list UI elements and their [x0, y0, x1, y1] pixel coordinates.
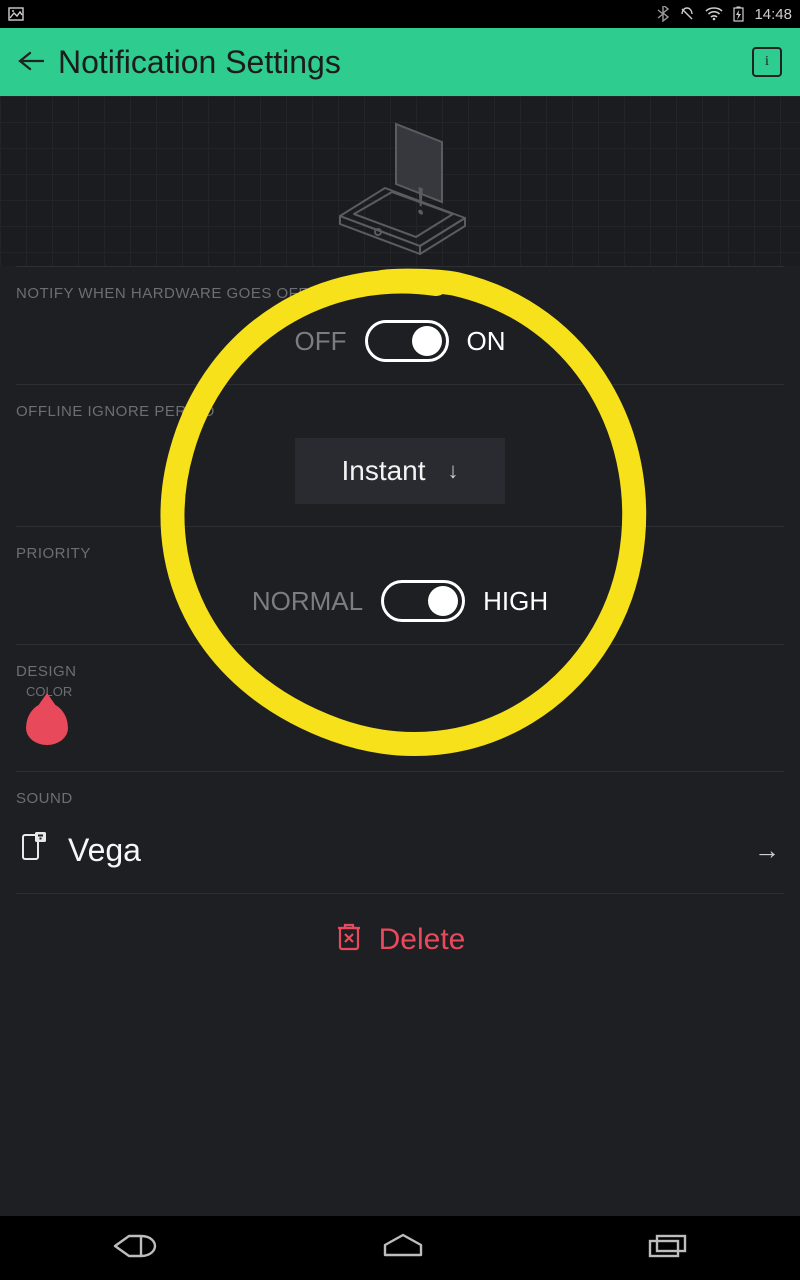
notify-offline-label: NOTIFY WHEN HARDWARE GOES OFFLINE: [16, 285, 784, 302]
priority-normal-label: NORMAL: [252, 586, 363, 617]
info-button[interactable]: i: [752, 47, 782, 77]
design-label: DESIGN: [16, 663, 784, 680]
notify-offline-toggle[interactable]: [365, 320, 449, 362]
priority-toggle[interactable]: [381, 580, 465, 622]
section-notify-offline: NOTIFY WHEN HARDWARE GOES OFFLINE OFF ON: [16, 266, 784, 384]
section-ignore-period: OFFLINE IGNORE PERIOD Instant ↓: [16, 384, 784, 526]
chevron-down-icon: ↓: [448, 458, 459, 484]
content-area: NOTIFY WHEN HARDWARE GOES OFFLINE OFF ON…: [0, 266, 800, 1216]
app-header: Notification Settings i: [0, 28, 800, 96]
ignore-period-value: Instant: [341, 455, 425, 487]
svg-text:!: !: [414, 176, 427, 225]
nav-home-button[interactable]: [381, 1233, 425, 1264]
ignore-period-label: OFFLINE IGNORE PERIOD: [16, 403, 784, 420]
android-status-bar: 14:48: [0, 0, 800, 28]
back-button[interactable]: [18, 46, 58, 78]
status-time: 14:48: [754, 6, 792, 23]
delete-button[interactable]: Delete: [16, 893, 784, 986]
android-nav-bar: [0, 1216, 800, 1280]
sound-row[interactable]: Vega →: [16, 825, 784, 877]
sound-value: Vega: [68, 832, 141, 869]
trash-icon: [335, 920, 363, 960]
device-sound-icon: [20, 831, 48, 869]
section-priority: PRIORITY NORMAL HIGH: [16, 526, 784, 644]
wifi-icon: [705, 7, 723, 21]
color-picker[interactable]: [26, 703, 68, 745]
bluetooth-icon: [657, 6, 669, 22]
chevron-right-icon: →: [754, 835, 780, 866]
image-notification-icon: [8, 6, 24, 22]
toggle-off-label: OFF: [295, 326, 347, 357]
color-sublabel: COLOR: [26, 684, 784, 699]
section-design: DESIGN COLOR: [16, 644, 784, 771]
sound-label: SOUND: [16, 790, 784, 807]
battery-charging-icon: [733, 6, 744, 22]
nav-back-button[interactable]: [111, 1232, 159, 1265]
ignore-period-dropdown[interactable]: Instant ↓: [295, 438, 505, 504]
nav-recent-button[interactable]: [647, 1233, 689, 1264]
toggle-on-label: ON: [467, 326, 506, 357]
priority-label: PRIORITY: [16, 545, 784, 562]
delete-label: Delete: [379, 923, 466, 957]
phone-alert-icon: !: [300, 106, 500, 256]
page-title: Notification Settings: [58, 44, 341, 81]
hero-illustration: !: [0, 96, 800, 266]
priority-high-label: HIGH: [483, 586, 548, 617]
section-sound: SOUND Vega →: [16, 771, 784, 893]
vibrate-icon: [679, 6, 695, 22]
